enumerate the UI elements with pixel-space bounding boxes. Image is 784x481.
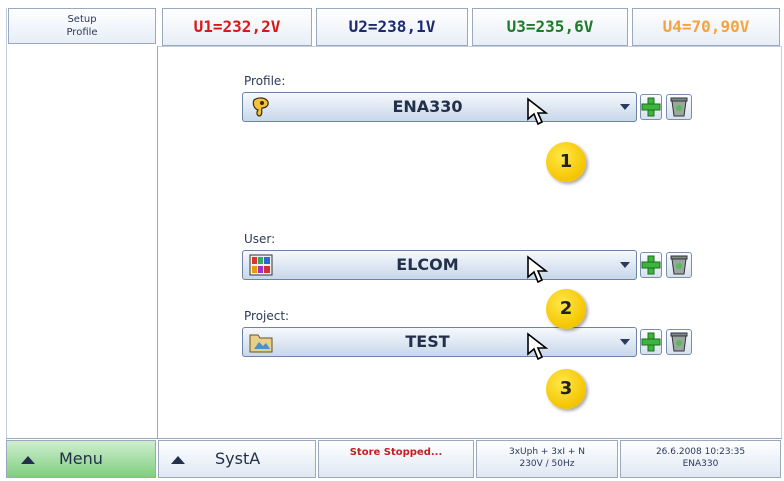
voltage-u1: U1=232,2V bbox=[162, 8, 312, 46]
content-top-line bbox=[157, 46, 781, 47]
mouse-cursor-icon bbox=[527, 332, 549, 361]
datetime-panel: 26.6.2008 10:23:35 ENA330 bbox=[620, 440, 781, 478]
datetime: 26.6.2008 10:23:35 bbox=[655, 447, 746, 457]
store-status: Store Stopped... bbox=[318, 440, 474, 478]
trash-icon bbox=[670, 255, 688, 275]
voltage-u2: U2=238,1V bbox=[316, 8, 468, 46]
bottom-divider bbox=[6, 438, 782, 439]
menu-button[interactable]: Menu bbox=[6, 440, 156, 478]
profile-combobox[interactable]: ENA330 bbox=[242, 92, 637, 126]
delete-project-button[interactable] bbox=[666, 329, 692, 355]
plus-icon bbox=[641, 97, 661, 117]
menu-label: Menu bbox=[59, 449, 103, 468]
voltage-u4: U4=70,90V bbox=[632, 8, 780, 46]
delete-user-button[interactable] bbox=[666, 252, 692, 278]
mode-line1: 3xUph + 3xI + N bbox=[508, 447, 586, 457]
add-project-button[interactable] bbox=[640, 329, 662, 355]
profile-dropdown-arrow-icon[interactable] bbox=[620, 104, 630, 110]
marker-1: 1 bbox=[546, 142, 586, 182]
add-profile-button[interactable] bbox=[640, 94, 662, 120]
arrow-up-icon bbox=[21, 456, 35, 464]
trash-icon bbox=[670, 97, 688, 117]
add-user-button[interactable] bbox=[640, 252, 662, 278]
voltage-u3: U3=235,6V bbox=[472, 8, 628, 46]
mouse-cursor-icon bbox=[527, 255, 549, 284]
mode-line2: 230V / 50Hz bbox=[519, 459, 575, 469]
trash-icon bbox=[670, 332, 688, 352]
marker-2: 2 bbox=[546, 289, 586, 329]
project-dropdown-arrow-icon[interactable] bbox=[620, 339, 630, 345]
user-combobox[interactable]: ELCOM bbox=[242, 250, 637, 284]
measurement-mode: 3xUph + 3xI + N 230V / 50Hz bbox=[476, 440, 618, 478]
user-label: User: bbox=[244, 232, 276, 246]
syst-button[interactable]: SystA bbox=[158, 440, 316, 478]
screen: Setup Profile U1=232,2V U2=238,1V U3=235… bbox=[0, 0, 784, 481]
syst-label: SystA bbox=[215, 449, 261, 468]
delete-profile-button[interactable] bbox=[666, 94, 692, 120]
screen-title-line2: Profile bbox=[66, 27, 98, 38]
project-label: Project: bbox=[244, 309, 290, 323]
profile-label: Profile: bbox=[244, 74, 286, 88]
frame-left-line bbox=[6, 8, 7, 474]
screen-title: Setup Profile bbox=[8, 8, 156, 44]
marker-3: 3 bbox=[546, 369, 586, 409]
plus-icon bbox=[641, 255, 661, 275]
user-dropdown-arrow-icon[interactable] bbox=[620, 262, 630, 268]
sidebar-divider bbox=[157, 46, 158, 438]
mouse-cursor-icon bbox=[527, 97, 549, 126]
screen-title-line1: Setup bbox=[67, 14, 97, 25]
device-name: ENA330 bbox=[682, 459, 719, 469]
arrow-up-icon bbox=[171, 456, 185, 464]
frame-right-line bbox=[781, 46, 782, 438]
project-combobox[interactable]: TEST bbox=[242, 327, 637, 361]
plus-icon bbox=[641, 332, 661, 352]
